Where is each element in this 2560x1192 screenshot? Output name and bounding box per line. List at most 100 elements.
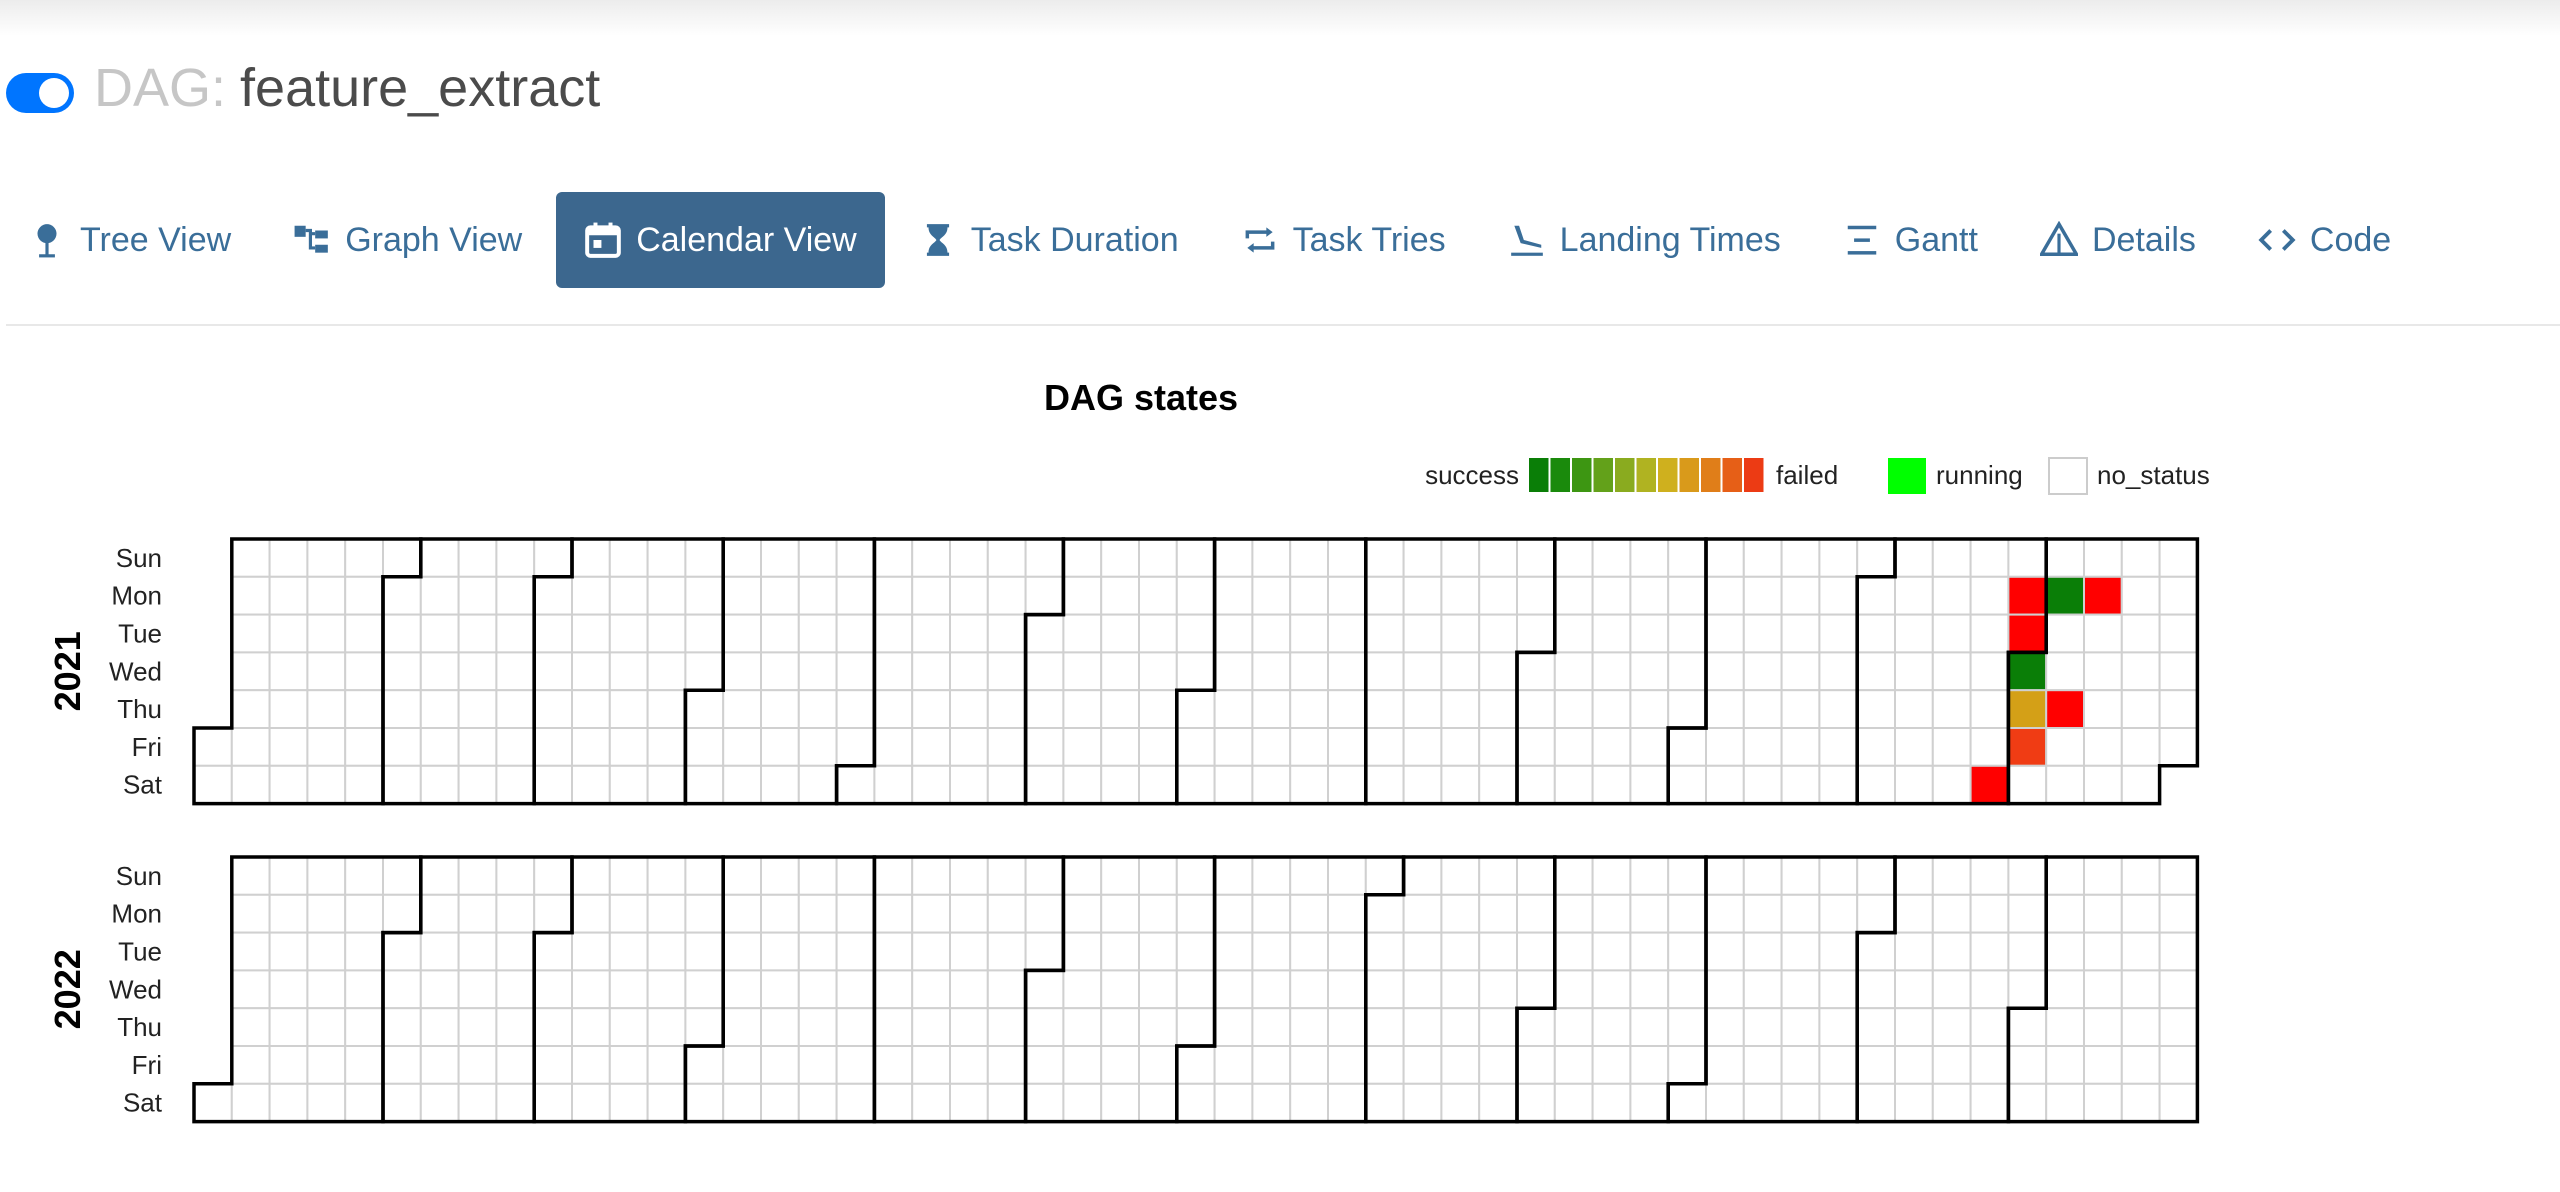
weekday-label: Sat bbox=[123, 770, 163, 800]
day-cell bbox=[1327, 969, 1367, 1010]
day-cell bbox=[1553, 764, 1594, 805]
day-cell bbox=[1213, 727, 1254, 767]
day-cell bbox=[306, 969, 347, 1010]
day-cell bbox=[797, 856, 838, 896]
day-cell bbox=[2083, 538, 2123, 578]
day-cell bbox=[873, 856, 914, 896]
day-cell bbox=[571, 931, 611, 972]
day-cell bbox=[571, 1082, 611, 1123]
day-cell bbox=[419, 689, 460, 730]
day-cell bbox=[1175, 893, 1216, 934]
day-cell bbox=[2007, 1045, 2048, 1085]
legend-gradient-swatch bbox=[1529, 458, 1549, 492]
day-cell bbox=[1213, 764, 1254, 805]
day-cell bbox=[306, 1082, 347, 1123]
day-cell bbox=[1780, 969, 1821, 1010]
day-cell bbox=[230, 575, 271, 616]
day-cell bbox=[911, 538, 952, 578]
day-cell bbox=[1818, 856, 1859, 896]
day-cell bbox=[2083, 1007, 2123, 1048]
day-cell bbox=[873, 613, 914, 654]
legend-success-label: success bbox=[1425, 460, 1519, 490]
legend-gradient-swatch bbox=[1636, 458, 1656, 492]
day-cell bbox=[533, 575, 574, 616]
day-cell bbox=[1213, 969, 1254, 1010]
day-cell bbox=[2120, 931, 2161, 972]
day-cell bbox=[1024, 613, 1065, 654]
day-cell bbox=[684, 1082, 725, 1123]
day-cell bbox=[1327, 727, 1367, 767]
day-cell bbox=[382, 1045, 422, 1085]
day-cell-run bbox=[2045, 689, 2085, 730]
day-cell bbox=[646, 651, 687, 692]
day-cell bbox=[646, 856, 687, 896]
day-cell bbox=[1327, 893, 1367, 934]
day-cell bbox=[2158, 727, 2199, 767]
day-cell bbox=[835, 764, 876, 805]
day-cell bbox=[2007, 856, 2048, 896]
day-cell bbox=[1100, 764, 1140, 805]
day-cell bbox=[1402, 1007, 1443, 1048]
day-cell bbox=[1213, 931, 1254, 972]
day-cell bbox=[1516, 1007, 1556, 1048]
day-cell bbox=[760, 931, 800, 972]
day-cell bbox=[1100, 931, 1140, 972]
day-cell bbox=[1553, 689, 1594, 730]
day-cell bbox=[1516, 893, 1556, 934]
day-cell bbox=[1138, 1045, 1178, 1085]
day-cell bbox=[986, 856, 1027, 896]
legend-no-status-swatch bbox=[2048, 457, 2088, 495]
day-cell bbox=[306, 575, 347, 616]
day-cell bbox=[2083, 1045, 2123, 1085]
day-cell bbox=[1705, 969, 1745, 1010]
day-cell bbox=[1251, 931, 1292, 972]
day-cell bbox=[1931, 1045, 1972, 1085]
day-cell bbox=[1175, 538, 1216, 578]
day-cell bbox=[2007, 538, 2048, 578]
day-cell bbox=[306, 689, 347, 730]
day-cell bbox=[684, 651, 725, 692]
legend-gradient-swatch bbox=[1679, 458, 1699, 492]
day-cell bbox=[344, 931, 385, 972]
day-cell bbox=[1062, 538, 1103, 578]
day-cell bbox=[1856, 651, 1896, 692]
day-cell bbox=[1780, 727, 1821, 767]
day-cell bbox=[2083, 651, 2123, 692]
day-cell bbox=[1100, 1082, 1140, 1123]
day-cell bbox=[457, 575, 498, 616]
day-cell bbox=[1856, 613, 1896, 654]
day-cell bbox=[2120, 1045, 2161, 1085]
day-cell bbox=[1591, 1007, 1632, 1048]
legend-gradient-swatch bbox=[1744, 458, 1764, 492]
day-cell bbox=[457, 764, 498, 805]
day-cell bbox=[268, 575, 309, 616]
day-cell bbox=[684, 613, 725, 654]
day-cell bbox=[1327, 651, 1367, 692]
day-cell bbox=[797, 613, 838, 654]
day-cell bbox=[1667, 613, 1707, 654]
day-cell bbox=[1062, 893, 1103, 934]
day-cell bbox=[268, 689, 309, 730]
day-cell bbox=[1553, 931, 1594, 972]
day-cell bbox=[1667, 931, 1707, 972]
day-cell bbox=[495, 931, 536, 972]
day-cell bbox=[1780, 764, 1821, 805]
day-cell bbox=[1856, 764, 1896, 805]
day-cell bbox=[873, 893, 914, 934]
day-cell bbox=[1629, 538, 1670, 578]
day-cell bbox=[608, 1082, 649, 1123]
day-cell bbox=[1818, 931, 1859, 972]
day-cell bbox=[533, 1007, 574, 1048]
weekday-label: Sun bbox=[116, 861, 162, 891]
day-cell bbox=[1100, 575, 1140, 616]
day-cell bbox=[986, 1007, 1027, 1048]
day-cell bbox=[835, 1082, 876, 1123]
day-cell bbox=[268, 613, 309, 654]
day-cell bbox=[495, 575, 536, 616]
day-cell bbox=[1100, 1045, 1140, 1085]
day-cell bbox=[835, 613, 876, 654]
day-cell bbox=[1705, 689, 1745, 730]
day-cell bbox=[495, 689, 536, 730]
day-cell bbox=[835, 575, 876, 616]
day-cell bbox=[1062, 969, 1103, 1010]
